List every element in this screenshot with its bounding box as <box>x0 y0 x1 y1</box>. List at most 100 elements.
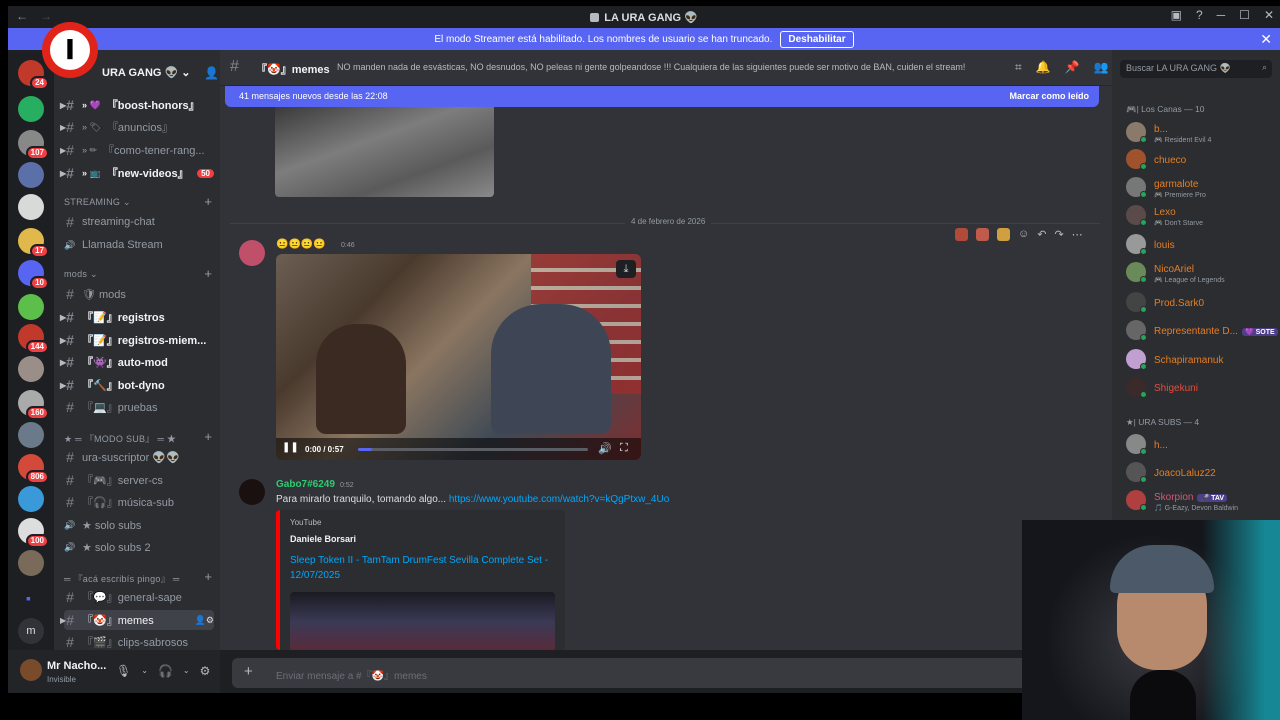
reaction-2[interactable] <box>976 228 989 241</box>
server-icon[interactable]: 100 <box>18 518 49 548</box>
member-item[interactable]: Lexo 🎮 Don't Starve <box>1126 203 1276 229</box>
fullscreen-icon[interactable]: ⛶ <box>620 442 628 455</box>
mark-as-read-button[interactable]: Marcar como leído <box>1009 91 1089 101</box>
embed-thumbnail[interactable] <box>290 592 555 650</box>
maximize-icon[interactable]: ☐ <box>1239 8 1250 22</box>
member-item[interactable]: NicoAriel 🎮 League of Legends <box>1126 260 1276 286</box>
channel-settings-icon[interactable]: 👤⚙ <box>195 615 214 626</box>
server-icon[interactable] <box>18 162 44 188</box>
message-input-placeholder[interactable]: Enviar mensaje a #『🤡』memes <box>276 667 427 682</box>
channel-topic[interactable]: NO manden nada de esvásticas, NO desnudo… <box>337 62 977 72</box>
reaction-3[interactable] <box>997 228 1010 241</box>
disable-streamer-button[interactable]: Deshabilitar <box>780 30 854 48</box>
members-icon[interactable]: 👥 <box>1094 60 1109 75</box>
channel-item[interactable]: # 『🎬』clips-sabrosos <box>64 632 214 650</box>
message-avatar[interactable] <box>239 240 265 266</box>
server-icon[interactable] <box>18 486 44 512</box>
add-reaction-icon[interactable]: ☺ <box>1018 228 1029 241</box>
embed-author[interactable]: Daniele Borsari <box>290 534 356 544</box>
member-item[interactable]: chueco <box>1126 147 1276 173</box>
server-icon[interactable]: 806 <box>18 454 49 484</box>
inbox-icon[interactable]: ▣ <box>1171 8 1182 22</box>
channel-category[interactable]: ★ ═ 『MODO SUB』 ═ ★ <box>64 432 176 445</box>
server-icon[interactable]: 160 <box>18 390 49 420</box>
channel-item[interactable]: ▶ #» 🏷 『anuncios』 <box>60 117 214 137</box>
member-item[interactable]: Prod.Sark0 <box>1126 290 1276 316</box>
server-icon[interactable]: 24 <box>18 60 49 90</box>
server-icon[interactable]: 107 <box>18 130 49 160</box>
server-icon[interactable]: 10 <box>18 260 49 290</box>
server-icon[interactable] <box>18 422 44 448</box>
reaction-1[interactable] <box>955 228 968 241</box>
channel-item[interactable]: # 『💻』pruebas <box>64 397 214 417</box>
channel-item[interactable]: # 『💬』general-sape <box>64 587 214 607</box>
channel-item[interactable]: 🔊 Llamada Stream <box>64 235 214 255</box>
threads-icon[interactable]: ⌗ <box>1015 60 1022 75</box>
more-options-icon[interactable]: ⋯ <box>1072 228 1083 241</box>
add-member-icon[interactable]: 👤 <box>204 66 219 80</box>
pause-icon[interactable]: ❚❚ <box>282 442 299 453</box>
channel-item[interactable]: # ura-suscriptor 👽👽 <box>64 447 214 467</box>
user-avatar[interactable] <box>20 659 42 681</box>
member-item[interactable]: b... 🎮 Resident Evil 4 <box>1126 120 1276 146</box>
expand-caret-icon[interactable]: ▶ <box>60 381 66 390</box>
expand-caret-icon[interactable]: ▶ <box>60 123 66 132</box>
channel-category[interactable]: STREAMING ⌄ <box>64 197 131 208</box>
channel-category[interactable]: ═ 『acá escribís pingo』 ═ <box>64 572 180 585</box>
channel-item[interactable]: # 🛡 mods <box>64 284 214 304</box>
forward-arrow-icon[interactable]: → <box>40 9 52 23</box>
channel-item[interactable]: # 『🎧』música-sub <box>64 492 214 512</box>
message-avatar[interactable] <box>239 479 265 505</box>
server-icon-m[interactable]: m <box>18 618 44 644</box>
user-name[interactable]: Mr Nacho... <box>47 660 106 672</box>
member-item[interactable]: louis <box>1126 232 1276 258</box>
server-folder-icon[interactable]: ▪ <box>26 590 31 606</box>
create-channel-plus-icon[interactable]: + <box>204 569 212 584</box>
channel-item[interactable]: ▶ #» ✏ 『como-tener-rang... <box>60 140 214 160</box>
expand-caret-icon[interactable]: ▶ <box>60 336 66 345</box>
server-icon[interactable] <box>18 96 44 122</box>
headphones-icon[interactable]: 🎧 <box>158 664 173 678</box>
create-channel-plus-icon[interactable]: + <box>204 429 212 444</box>
expand-caret-icon[interactable]: ▶ <box>60 358 66 367</box>
new-messages-bar[interactable]: 41 mensajes nuevos desde las 22:08 Marca… <box>225 86 1099 107</box>
video-player[interactable]: ⤓ ❚❚ 0:00 / 0:57 🔊 ⛶ <box>276 254 641 460</box>
member-item[interactable]: Schapiramanuk <box>1126 347 1276 373</box>
create-channel-plus-icon[interactable]: + <box>204 266 212 281</box>
server-icon[interactable] <box>18 294 44 320</box>
channel-item[interactable]: ▶ # 『📝』registros <box>60 307 214 327</box>
expand-caret-icon[interactable]: ▶ <box>60 146 66 155</box>
pin-icon[interactable]: 📌 <box>1065 60 1080 75</box>
expand-caret-icon[interactable]: ▶ <box>60 169 66 178</box>
server-name[interactable]: URA GANG 👽 ⌄ <box>102 66 191 79</box>
embed-title[interactable]: Sleep Token II - TamTam DrumFest Sevilla… <box>290 553 560 583</box>
member-item[interactable]: JoacoLaluz22 <box>1126 460 1276 486</box>
member-item[interactable]: h... <box>1126 432 1276 458</box>
member-item[interactable]: Representante D... 💜 SOTE <box>1126 318 1278 344</box>
channel-item[interactable]: ▶ # 『📝』registros-miem... <box>60 330 214 350</box>
member-item[interactable]: Skorpion 🎤 TAV 🎵 G-Eazy, Devon Baldwin <box>1126 488 1276 514</box>
chevron-down-icon[interactable]: ⌄ <box>141 666 148 678</box>
server-icon[interactable]: 144 <box>18 324 49 354</box>
download-icon[interactable]: ⤓ <box>616 260 636 278</box>
expand-caret-icon[interactable]: ▶ <box>60 313 66 322</box>
attach-plus-icon[interactable]: + <box>244 663 253 680</box>
back-arrow-icon[interactable]: ← <box>16 9 28 23</box>
youtube-link[interactable]: https://www.youtube.com/watch?v=kQgPtxw_… <box>449 494 669 505</box>
message-composer[interactable]: + Enviar mensaje a #『🤡』memes 🎁 ▤ <box>232 658 1104 688</box>
previous-image-attachment[interactable] <box>275 107 494 197</box>
volume-icon[interactable]: 🔊 <box>598 442 612 455</box>
expand-caret-icon[interactable]: ▶ <box>60 616 66 625</box>
channel-item[interactable]: ▶ #» 📺 『new-videos』 50 <box>60 163 214 183</box>
microphone-icon[interactable]: 🎙 <box>116 664 131 678</box>
reply-icon[interactable]: ↶ <box>1037 228 1046 241</box>
create-channel-plus-icon[interactable]: + <box>204 194 212 209</box>
settings-gear-icon[interactable]: ⚙ <box>200 664 211 678</box>
bell-icon[interactable]: 🔔 <box>1036 60 1051 75</box>
chevron-down-icon[interactable]: ⌄ <box>183 666 190 678</box>
server-icon[interactable] <box>18 550 44 576</box>
member-item[interactable]: Shigekuni <box>1126 375 1276 401</box>
expand-caret-icon[interactable]: ▶ <box>60 101 66 110</box>
message-author[interactable]: Gabo7#6249 <box>276 479 335 490</box>
message-author[interactable]: 😐😐😐😐 <box>276 239 326 250</box>
